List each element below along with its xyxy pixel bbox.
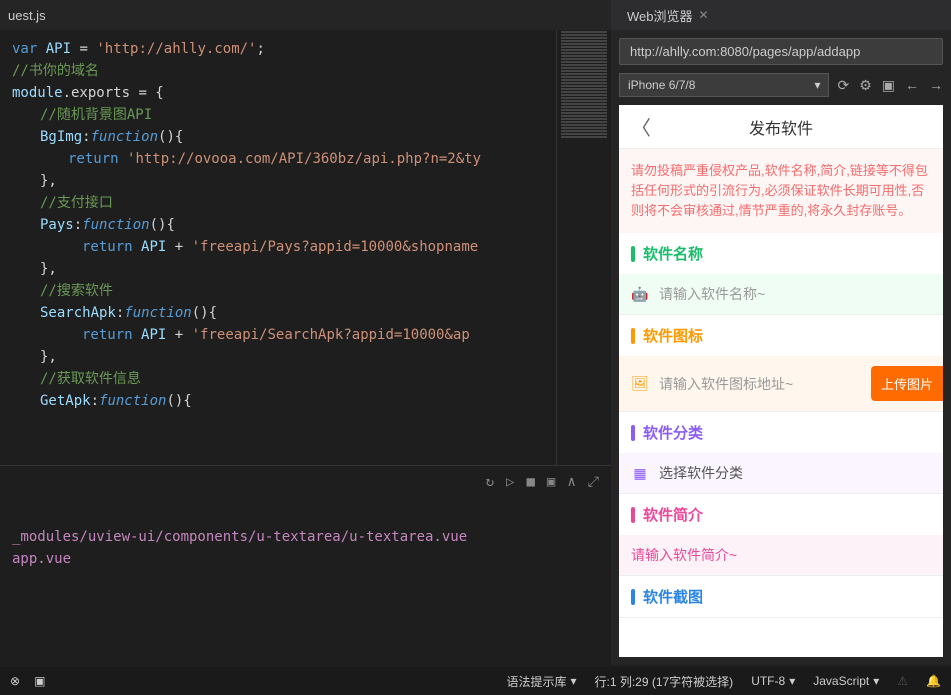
placeholder-text: 请输入软件名称~ — [659, 284, 931, 304]
app-name-input[interactable]: 🤖 请输入软件名称~ — [619, 274, 943, 314]
placeholder-text: 请输入软件图标地址~ — [659, 374, 861, 394]
language-mode[interactable]: JavaScript ▾ — [813, 674, 879, 688]
code-token: API — [46, 41, 71, 57]
mobile-header: 〈 发布软件 — [619, 105, 943, 149]
section-title-desc: 软件简介 — [643, 504, 703, 525]
expand-icon[interactable]: ⤢ — [588, 474, 599, 490]
code-token: var — [12, 41, 37, 57]
grid-icon: ▦ — [631, 464, 649, 482]
replay-icon[interactable]: ↻ — [486, 474, 494, 490]
close-icon[interactable]: ✕ — [699, 8, 709, 22]
terminal-line: _modules/uview-ui/components/u-textarea/… — [12, 526, 599, 548]
code-token: return — [82, 239, 133, 255]
code-token: (){ — [150, 217, 175, 233]
code-token: API — [141, 327, 166, 343]
code-token: 'http://ahlly.com/' — [96, 41, 256, 57]
browser-tab[interactable]: Web浏览器 ✕ — [619, 2, 717, 29]
terminal-line: app.vue — [12, 548, 599, 570]
code-token: }, — [40, 349, 57, 365]
code-token: .exports — [63, 85, 130, 101]
android-icon: 🤖 — [631, 285, 649, 303]
browser-tab-label: Web浏览器 — [627, 6, 693, 25]
image-icon: 🖼 — [631, 375, 649, 393]
code-token: 'freeapi/Pays?appid=10000&shopname — [192, 239, 479, 255]
minimap[interactable] — [556, 30, 611, 465]
code-token: return — [82, 327, 133, 343]
code-editor[interactable]: var API = 'http://ahlly.com/'; //书你的域名 m… — [0, 30, 556, 465]
terminal-icon[interactable]: ▣ — [34, 674, 45, 688]
code-token: = — [79, 41, 87, 57]
code-token: }, — [40, 261, 57, 277]
code-token: 'freeapi/SearchApk?appid=10000&ap — [192, 327, 470, 343]
screenshot-icon[interactable]: ▣ — [882, 77, 895, 94]
code-token: GetApk — [40, 393, 91, 409]
grammar-library[interactable]: 语法提示库 ▾ — [506, 673, 576, 690]
code-token: (){ — [192, 305, 217, 321]
chevron-down-icon: ▾ — [814, 78, 820, 92]
code-comment: //获取软件信息 — [40, 371, 141, 387]
play-icon[interactable]: ▷ — [506, 474, 514, 490]
app-icon-input[interactable]: 🖼 请输入软件图标地址~ 上传图片 — [619, 356, 943, 411]
device-selector[interactable]: iPhone 6/7/8 ▾ — [619, 73, 829, 97]
mobile-preview: 〈 发布软件 请勿投稿严重侵权产品,软件名称,简介,链接等不得包括任何形式的引流… — [619, 105, 943, 657]
code-token: + — [175, 327, 183, 343]
stop-icon[interactable]: ■ — [526, 474, 534, 490]
code-token: module — [12, 85, 63, 101]
desc-input[interactable]: 请输入软件简介~ — [619, 535, 943, 575]
code-token: (){ — [158, 129, 183, 145]
bell-icon[interactable]: 🔔 — [926, 674, 941, 688]
encoding[interactable]: UTF-8 ▾ — [751, 674, 795, 688]
rotate-icon[interactable]: ⟳ — [837, 77, 849, 94]
browser-tab-bar: Web浏览器 ✕ — [611, 0, 951, 30]
code-token: SearchApk — [40, 305, 116, 321]
cursor-position[interactable]: 行:1 列:29 (17字符被选择) — [594, 673, 733, 690]
code-token: Pays — [40, 217, 74, 233]
code-comment: //书你的域名 — [12, 63, 99, 79]
section-title-screenshot: 软件截图 — [643, 586, 703, 607]
code-token: function — [91, 129, 158, 145]
code-token: BgImg — [40, 129, 82, 145]
code-token: ; — [257, 41, 265, 57]
code-token: 'http://ovooa.com/API/360bz/api.php?n=2&… — [127, 151, 481, 167]
url-input[interactable]: http://ahlly.com:8080/pages/app/addapp — [619, 38, 943, 65]
section-title-category: 软件分类 — [643, 422, 703, 443]
code-token: function — [124, 305, 191, 321]
category-select[interactable]: ▦ 选择软件分类 — [619, 453, 943, 493]
forward-icon[interactable]: → — [929, 77, 943, 94]
code-token: = { — [130, 85, 164, 101]
code-comment: //搜索软件 — [40, 283, 113, 299]
code-token: (){ — [166, 393, 191, 409]
warning-icon[interactable]: ⚠ — [897, 674, 908, 688]
code-token: }, — [40, 173, 57, 189]
editor-tab-bar: uest.js — [0, 0, 611, 30]
code-token: function — [82, 217, 149, 233]
back-icon[interactable]: ← — [905, 77, 919, 94]
code-token: return — [68, 151, 119, 167]
code-token: API — [141, 239, 166, 255]
terminal-panel: ↻ ▷ ■ ▣ ∧ ⤢ _modules/uview-ui/components… — [0, 465, 611, 665]
warning-text: 请勿投稿严重侵权产品,软件名称,简介,链接等不得包括任何形式的引流行为,必须保证… — [619, 149, 943, 233]
image-icon[interactable]: ▣ — [547, 474, 555, 490]
gear-icon[interactable]: ⚙ — [859, 77, 872, 94]
placeholder-text: 请输入软件简介~ — [631, 545, 931, 565]
code-token: + — [175, 239, 183, 255]
code-token: function — [99, 393, 166, 409]
device-label: iPhone 6/7/8 — [628, 78, 695, 92]
back-arrow-icon[interactable]: 〈 — [631, 112, 651, 141]
collapse-icon[interactable]: ∧ — [567, 474, 575, 490]
code-comment: //支付接口 — [40, 195, 113, 211]
status-bar: ⊗ ▣ 语法提示库 ▾ 行:1 列:29 (17字符被选择) UTF-8 ▾ J… — [0, 667, 951, 695]
placeholder-text: 选择软件分类 — [659, 463, 931, 483]
error-icon[interactable]: ⊗ — [10, 674, 20, 688]
editor-tab[interactable]: uest.js — [8, 8, 46, 23]
upload-button[interactable]: 上传图片 — [871, 366, 943, 401]
section-title-icon: 软件图标 — [643, 325, 703, 346]
page-title: 发布软件 — [749, 115, 813, 139]
code-comment: //随机背景图API — [40, 107, 152, 123]
section-title-name: 软件名称 — [643, 243, 703, 264]
